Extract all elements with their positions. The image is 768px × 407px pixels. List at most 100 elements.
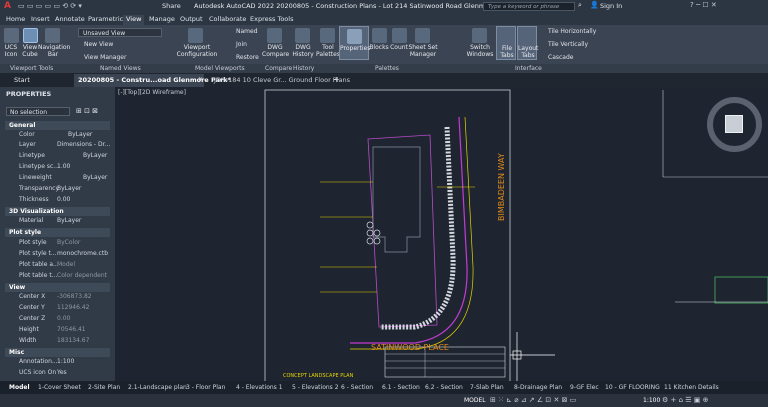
layout-tab[interactable]: 6.2 - Section [425, 384, 463, 394]
user-icon[interactable]: 👤 [590, 1, 599, 9]
section-misc[interactable]: Misc [5, 348, 110, 357]
property-row[interactable]: Lineweight ByLayer [0, 174, 115, 184]
autocad-logo-icon[interactable]: A [4, 1, 11, 11]
tab-home[interactable]: Home [3, 15, 28, 25]
window-controls[interactable]: ? ─ ☐ ✕ [690, 1, 717, 9]
tab-collaborate[interactable]: Collaborate [206, 15, 249, 25]
property-row[interactable]: Plot style ByColor [0, 239, 115, 249]
model-space-toggle[interactable]: MODEL [464, 397, 486, 404]
property-row[interactable]: Layer Dimensions - Dr... [0, 141, 115, 151]
layout-tab[interactable]: 7-Slab Plan [470, 384, 504, 394]
switch-windows-icon[interactable] [472, 28, 487, 43]
section-3d-visualization[interactable]: 3D Visualization [5, 207, 110, 216]
view-cube-icon[interactable] [23, 28, 38, 43]
property-row[interactable]: Height 70546.41 [0, 326, 115, 336]
property-row[interactable]: Plot table a... Model [0, 261, 115, 271]
properties-button[interactable]: Properties [339, 26, 370, 60]
layout-tab[interactable]: 6 - Section [341, 384, 373, 394]
dwg-compare-label: DWG Compare [262, 44, 290, 58]
drawing-title: CONCEPT LANDSCAPE PLAN [283, 373, 354, 379]
join-button[interactable]: Join [236, 41, 247, 48]
layout-tab[interactable]: 2-Site Plan [88, 384, 120, 394]
view-cube[interactable] [707, 97, 762, 152]
tool-palettes-label: Tool Palettes [316, 44, 340, 58]
status-icons[interactable]: ⊞ ⁙ ⊾ ⌀ ⊿ ↗ ∠ ⊡ ✕ ⊠ ▭ [490, 396, 576, 404]
layout-tab[interactable]: 1-Cover Sheet [38, 384, 81, 394]
tile-horizontally-button[interactable]: Tile Horizontally [548, 28, 596, 35]
viewport-configuration-icon[interactable] [188, 28, 203, 43]
layout-tab-model[interactable]: Model [9, 384, 30, 394]
tool-palettes-icon[interactable] [320, 28, 335, 43]
property-row[interactable]: Center Z 0.00 [0, 315, 115, 325]
tab-output[interactable]: Output [177, 15, 206, 25]
named-button[interactable]: Named [236, 28, 258, 35]
drawing-canvas[interactable]: [-][Top][2D Wireframe] BIMBADEEN WAY SAT… [115, 87, 768, 394]
layout-tab[interactable]: 3 - Floor Plan [186, 384, 225, 394]
sign-in-link[interactable]: Sign In [600, 2, 622, 10]
new-view-button[interactable]: New View [84, 41, 113, 48]
view-manager-button[interactable]: View Manager [84, 54, 126, 61]
section-general[interactable]: General [5, 121, 110, 130]
layout-tab[interactable]: 4 - Elevations 1 [236, 384, 283, 394]
annotation-scale[interactable]: 1:100 [643, 397, 660, 404]
property-row[interactable]: Annotation... 1:100 [0, 358, 115, 368]
tile-vertically-button[interactable]: Tile Vertically [548, 41, 588, 48]
count-icon[interactable] [392, 28, 407, 43]
navigation-bar-icon[interactable] [45, 28, 60, 43]
property-row[interactable]: Linetype sc... 1.00 [0, 163, 115, 173]
property-row[interactable]: UCS icon On Yes [0, 369, 115, 379]
search-icon[interactable]: ⌕ [578, 1, 582, 10]
search-input[interactable]: Type a keyword or phrase [483, 2, 575, 11]
layout-tab[interactable]: 8-Drainage Plan [514, 384, 562, 394]
close-icon[interactable]: ✕ [198, 76, 203, 83]
sheet-set-manager-icon[interactable] [415, 28, 430, 43]
tab-annotate[interactable]: Annotate [52, 15, 88, 25]
layout-tab[interactable]: 5 - Elevations 2 [292, 384, 339, 394]
property-row[interactable]: Width 183134.67 [0, 337, 115, 347]
property-row[interactable]: Thickness 0.00 [0, 196, 115, 206]
panel-viewport-tools[interactable]: Viewport Tools [10, 65, 53, 72]
property-row[interactable]: Transparency ByLayer [0, 185, 115, 195]
dwg-compare-icon[interactable] [267, 28, 282, 43]
layout-tabs-button[interactable]: Layout Tabs [517, 26, 538, 60]
doc-tab-start[interactable]: Start [14, 76, 30, 84]
layout-tab[interactable]: 9-GF Elec [570, 384, 599, 394]
quick-access-toolbar[interactable]: ▭ ▭ ▭ ▭ ▭ ⟲ ⟳ ▾ [18, 2, 82, 10]
doc-tab-active[interactable]: 20200805 - Constru...oad Glenmore Park* [74, 74, 231, 87]
property-row[interactable]: Color ByLayer [0, 131, 115, 141]
cascade-button[interactable]: Cascade [548, 54, 573, 61]
status-tray-icons[interactable]: ⚙ + ⌂ ☰ ▣ ⊕ [662, 396, 708, 404]
section-view[interactable]: View [5, 283, 110, 292]
new-tab-icon[interactable]: + [333, 75, 340, 84]
file-tabs-button[interactable]: File Tabs [496, 26, 516, 60]
tab-express-tools[interactable]: Express Tools [247, 15, 296, 25]
view-cube-face[interactable] [725, 115, 743, 133]
ucs-icon-label: UCS Icon [4, 44, 18, 58]
named-view-select[interactable]: Unsaved View [78, 28, 162, 37]
layout-tab[interactable]: 6.1 - Section [382, 384, 420, 394]
ucs-icon[interactable] [4, 28, 19, 43]
tab-manage[interactable]: Manage [146, 15, 178, 25]
share-button[interactable]: Share [162, 2, 181, 10]
tab-parametric[interactable]: Parametric [85, 15, 126, 25]
switch-windows-label: Switch Windows [466, 44, 494, 58]
property-row[interactable]: Center X -306873.82 [0, 293, 115, 303]
layout-tab[interactable]: 10 - GF FLOORING [605, 384, 660, 394]
property-row[interactable]: Plot style t... monochrome.ctb [0, 250, 115, 260]
property-row[interactable]: Material ByLayer [0, 217, 115, 227]
layout-tab[interactable]: 11 Kitchen Details [664, 384, 719, 394]
tab-view[interactable]: View [123, 15, 145, 25]
blocks-icon[interactable] [372, 28, 387, 43]
section-plot-style[interactable]: Plot style [5, 228, 110, 237]
doc-tab-jdh[interactable]: JDH-184 10 Cleve Gr... Ground Floor Plan… [214, 76, 350, 84]
dwg-history-icon[interactable] [295, 28, 310, 43]
property-row[interactable]: Linetype ByLayer [0, 152, 115, 162]
property-row[interactable]: Center Y 112946.42 [0, 304, 115, 314]
restore-button[interactable]: Restore [236, 54, 259, 61]
house-outline [372, 146, 421, 253]
panel-palettes[interactable]: Palettes [375, 65, 399, 72]
tab-insert[interactable]: Insert [28, 15, 53, 25]
layout-tab[interactable]: 2.1-Landscape plan [128, 384, 187, 394]
property-row[interactable]: Plot table t... Color dependent [0, 272, 115, 282]
blocks-label: Blocks [369, 44, 389, 51]
